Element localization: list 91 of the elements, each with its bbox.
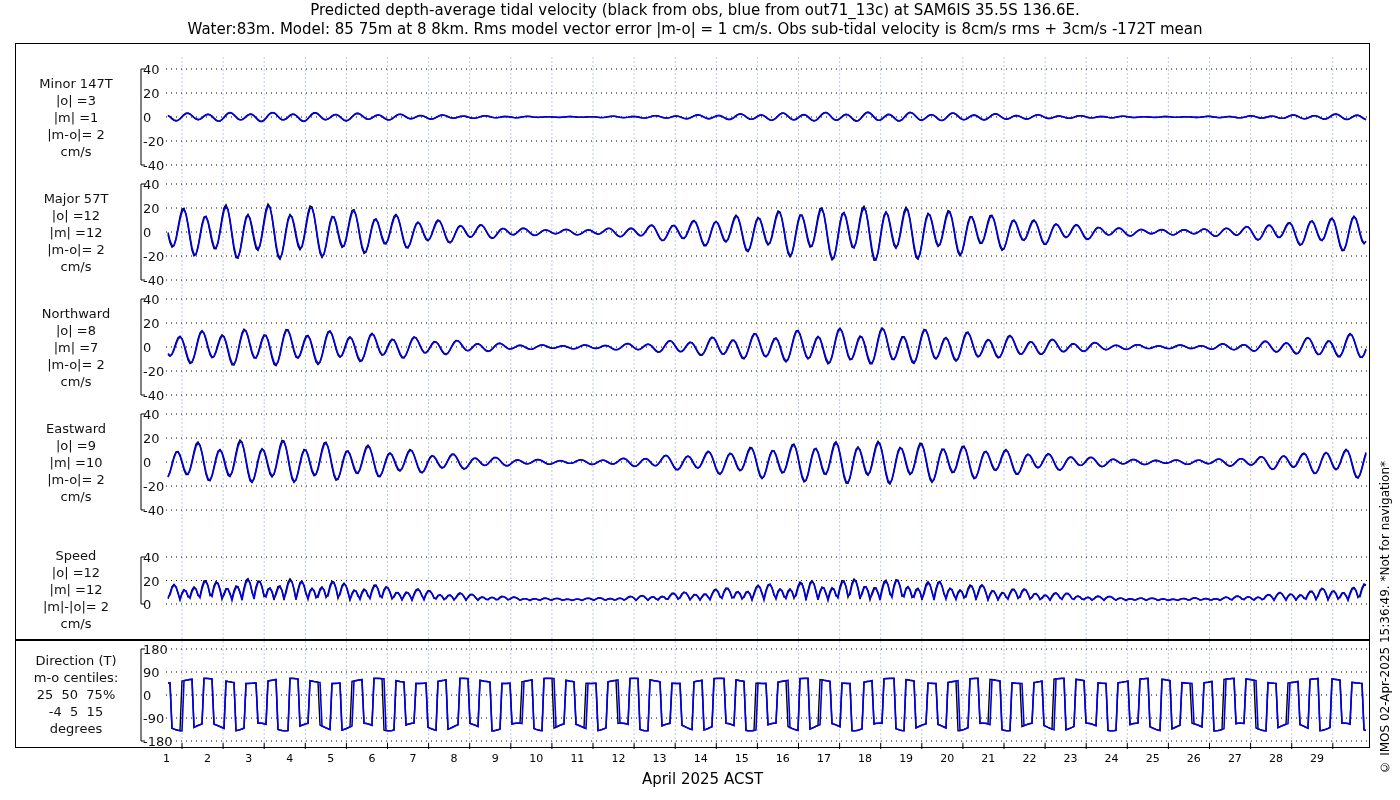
y-tick-label: 40 [143,292,160,307]
day-label: 1 [162,750,170,767]
y-tick-label: 20 [143,201,160,216]
y-tick-label: -20 [143,479,165,494]
panel-label: |m-o|= 2 [47,240,105,258]
panel-label: degrees [49,719,103,737]
y-tick-label: -40 [143,158,165,172]
y-tick-label: -40 [143,388,165,402]
day-label: 23 [1063,750,1078,767]
day-label: 2 [204,750,212,767]
day-label: 7 [409,750,417,767]
day-label: 16 [775,750,790,767]
panel-label: Minor 147T [39,74,113,92]
y-tick-label: 20 [143,573,160,589]
panel-label: Direction (T) [35,651,117,669]
day-label: 14 [693,750,708,767]
panel-label: |m| =12 [49,580,103,598]
panel-label: cm/s [60,372,92,390]
day-label: 15 [734,750,749,767]
day-label: 22 [1022,750,1037,767]
y-tick-label: 0 [143,340,152,355]
y-tick-label: 0 [143,597,152,612]
chart-title: Predicted depth-average tidal velocity (black from obs, blue from out71_13c) at SAM6IS 35.5S 136.6E. [310,1,1080,20]
y-tick-label: 40 [143,62,160,77]
panel-label: Major 57T [43,189,109,207]
panel-label: |m| =12 [49,223,103,241]
y-tick-label: 180 [143,642,168,657]
day-label: 6 [368,750,376,767]
day-label: 25 [1145,750,1160,767]
y-tick-label: 20 [143,86,160,101]
day-label: 18 [858,750,873,767]
day-label: 19 [899,750,914,767]
y-tick-label: 90 [143,665,160,680]
y-tick-label: -20 [143,249,165,264]
panel-label: Northward [41,304,111,322]
day-label: 3 [245,750,253,767]
day-label: 13 [652,750,667,767]
day-label: 4 [286,750,294,767]
y-tick-label: -40 [143,503,165,517]
panel-label: |o| =3 [56,91,96,109]
y-tick-label: -180 [143,734,173,749]
day-label: 24 [1104,750,1119,767]
y-tick-label: 40 [143,550,160,565]
panel-label: cm/s [60,142,92,160]
y-tick-label: 20 [143,431,160,446]
y-tick-label: 0 [143,225,152,240]
panel-label: |m-o|= 2 [47,470,105,488]
panel-label: 25 50 75% [36,685,116,703]
y-tick-label: -90 [143,711,165,726]
panel-label: |m-o|= 2 [47,125,105,143]
y-tick-label: -20 [143,134,165,149]
day-label: 17 [816,750,831,767]
day-label: 11 [570,750,585,767]
panel-label: Eastward [46,419,106,437]
panel-label: |m| =7 [53,338,99,356]
panel-label: |o| =8 [56,321,96,339]
y-tick-label: 0 [143,688,152,703]
day-label: 21 [981,750,996,767]
panel-label: |m| =1 [53,108,99,126]
panel-label: m-o centiles: [33,668,119,686]
day-label: 29 [1310,750,1325,767]
y-tick-label: 40 [143,177,160,192]
day-label: 26 [1186,750,1201,767]
x-axis-label: April 2025 ACST [640,770,764,788]
panel-label: Speed [55,546,97,564]
panel-label: |o| =9 [56,436,96,454]
day-label: 5 [327,750,335,767]
day-label: 10 [529,750,544,767]
panel-label: |m|-|o|= 2 [42,597,110,615]
panel-label: |m| =10 [49,453,103,471]
y-tick-label: 40 [143,407,160,422]
day-label: 27 [1227,750,1242,767]
y-tick-label: -20 [143,364,165,379]
panel-label: -4 5 15 [48,702,104,720]
panel-label: |o| =12 [51,563,101,581]
panel-label: cm/s [60,614,92,632]
footer-note: © IMOS 02-Apr-2025 15:36:49. *Not for navigation* [1377,461,1393,774]
day-label: 12 [611,750,626,767]
y-tick-label: -40 [143,273,165,287]
day-label: 20 [940,750,955,767]
panel-label: |o| =12 [51,206,101,224]
y-tick-label: 0 [143,455,152,470]
day-label: 28 [1268,750,1283,767]
panel-label: cm/s [60,487,92,505]
chart-title: Water:83m. Model: 85 75m at 8 8km. Rms model vector error |m-o| = 1 cm/s. Obs sub-tidal velocity is 8cm/s rms + 3cm/s -172T mean [187,20,1203,39]
y-tick-label: 0 [143,110,152,125]
panel-label: cm/s [60,257,92,275]
day-label: 8 [450,750,458,767]
day-label: 9 [491,750,499,767]
panel-label: |m-o|= 2 [47,355,105,373]
y-tick-label: 20 [143,316,160,331]
